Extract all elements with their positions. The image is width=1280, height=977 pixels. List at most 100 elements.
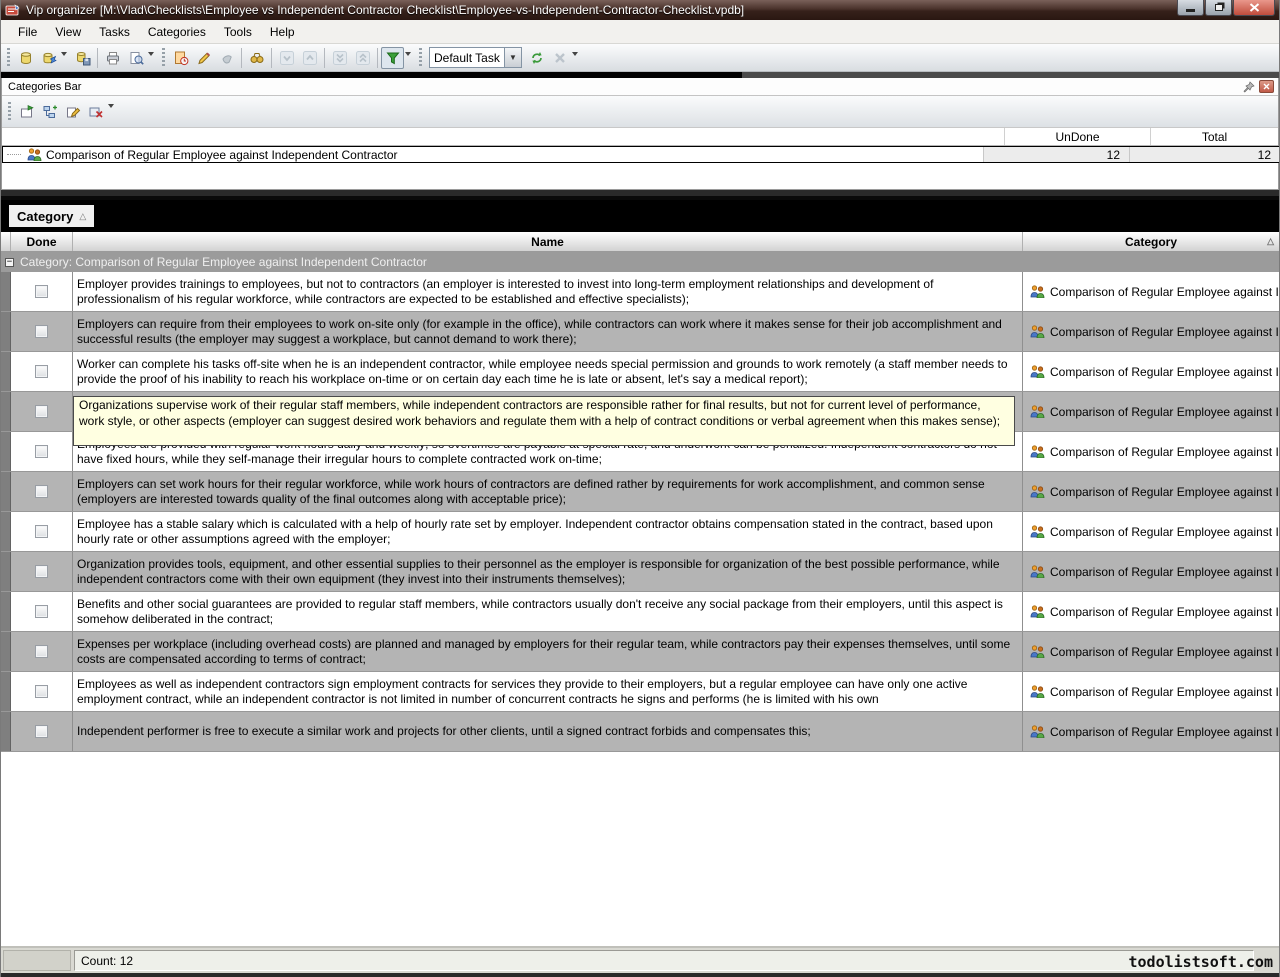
total-column-header[interactable]: Total [1150,128,1278,145]
task-name-cell[interactable]: Employers can require from their employe… [73,312,1023,351]
row-indicator[interactable] [1,632,11,671]
done-cell[interactable] [11,432,73,471]
task-name-cell[interactable]: Employers can set work hours for their r… [73,472,1023,511]
menu-categories[interactable]: Categories [139,22,215,42]
apply-filter-button[interactable] [525,47,548,69]
task-category-cell[interactable]: Comparison of Regular Employee against I… [1023,712,1279,751]
name-column-header[interactable]: Name [73,232,1023,251]
done-checkbox[interactable] [35,685,48,698]
row-indicator[interactable] [1,392,11,431]
task-row[interactable]: Benefits and other social guarantees are… [1,592,1279,632]
done-cell[interactable] [11,392,73,431]
edit-task-button[interactable] [192,47,215,69]
done-cell[interactable] [11,472,73,511]
task-category-cell[interactable]: Comparison of Regular Employee against I… [1023,552,1279,591]
done-checkbox[interactable] [35,285,48,298]
pin-panel-button[interactable] [1241,80,1256,93]
task-row[interactable]: Organization provides tools, equipment, … [1,552,1279,592]
new-category-button[interactable] [15,101,38,123]
toolbar-grip[interactable] [162,48,165,68]
clear-filter-button[interactable] [548,47,571,69]
category-column-header[interactable]: Category △ [1023,232,1279,251]
group-by-category-chip[interactable]: Category △ [9,205,94,227]
move-up-button[interactable] [298,47,321,69]
row-indicator[interactable] [1,592,11,631]
task-name-cell[interactable]: Employee has a stable salary which is ca… [73,512,1023,551]
menu-view[interactable]: View [46,22,90,42]
new-subcategory-button[interactable] [38,101,61,123]
done-cell[interactable] [11,632,73,671]
close-button[interactable] [1233,0,1275,16]
done-cell[interactable] [11,712,73,751]
task-row[interactable]: Employee has a stable salary which is ca… [1,512,1279,552]
done-cell[interactable] [11,552,73,591]
done-cell[interactable] [11,352,73,391]
task-name-cell[interactable]: Expenses per workplace (including overhe… [73,632,1023,671]
delete-category-button[interactable] [84,101,107,123]
move-down-button[interactable] [275,47,298,69]
done-checkbox[interactable] [35,645,48,658]
row-indicator[interactable] [1,432,11,471]
menu-tasks[interactable]: Tasks [90,22,139,42]
done-cell[interactable] [11,512,73,551]
print-preview-button[interactable] [124,47,147,69]
print-preview-dropdown[interactable] [148,52,154,56]
done-checkbox[interactable] [35,725,48,738]
category-name-column-header[interactable] [2,128,1004,145]
task-row[interactable]: Employers can require from their employe… [1,312,1279,352]
task-name-cell[interactable]: Organization provides tools, equipment, … [73,552,1023,591]
menu-help[interactable]: Help [261,22,304,42]
done-checkbox[interactable] [35,485,48,498]
save-database-button[interactable] [71,47,94,69]
move-bottom-button[interactable] [328,47,351,69]
categories-toolbar-dropdown[interactable] [108,104,114,108]
done-checkbox[interactable] [35,605,48,618]
open-database-button[interactable] [37,47,60,69]
done-checkbox[interactable] [35,405,48,418]
category-group-row[interactable]: − Category: Comparison of Regular Employ… [1,252,1279,272]
done-checkbox[interactable] [35,365,48,378]
task-category-cell[interactable]: Comparison of Regular Employee against I… [1023,392,1279,431]
task-name-cell[interactable]: Benefits and other social guarantees are… [73,592,1023,631]
task-type-combo[interactable]: Default Task ▼ [429,47,522,68]
task-category-cell[interactable]: Comparison of Regular Employee against I… [1023,312,1279,351]
filter-dropdown[interactable] [405,52,411,56]
task-name-cell[interactable]: Employees as well as independent contrac… [73,672,1023,711]
new-task-button[interactable] [169,47,192,69]
done-cell[interactable] [11,672,73,711]
task-category-cell[interactable]: Comparison of Regular Employee against I… [1023,632,1279,671]
task-name-cell[interactable]: Independent performer is free to execute… [73,712,1023,751]
row-indicator[interactable] [1,672,11,711]
task-category-cell[interactable]: Comparison of Regular Employee against I… [1023,432,1279,471]
done-cell[interactable] [11,592,73,631]
task-category-cell[interactable]: Comparison of Regular Employee against I… [1023,352,1279,391]
done-checkbox[interactable] [35,525,48,538]
row-indicator[interactable] [1,272,11,311]
row-indicator[interactable] [1,512,11,551]
combo-dropdown-button[interactable]: ▼ [504,48,521,67]
new-database-button[interactable] [14,47,37,69]
task-name-cell[interactable]: Worker can complete his tasks off-site w… [73,352,1023,391]
done-column-header[interactable]: Done [11,232,73,251]
done-cell[interactable] [11,312,73,351]
collapse-group-icon[interactable]: − [5,258,14,267]
task-category-cell[interactable]: Comparison of Regular Employee against I… [1023,512,1279,551]
task-row[interactable]: Employer provides trainings to employees… [1,272,1279,312]
task-row[interactable]: Worker can complete his tasks off-site w… [1,352,1279,392]
category-row[interactable]: Comparison of Regular Employee against I… [2,146,1280,163]
edit-category-button[interactable] [61,101,84,123]
task-row[interactable]: Independent performer is free to execute… [1,712,1279,752]
filter-button[interactable] [381,47,404,69]
menu-file[interactable]: File [9,22,46,42]
toolbar-grip[interactable] [7,48,10,68]
task-row[interactable]: Employers can set work hours for their r… [1,472,1279,512]
task-name-cell[interactable]: Employer provides trainings to employees… [73,272,1023,311]
open-database-dropdown[interactable] [61,52,67,56]
row-indicator[interactable] [1,472,11,511]
done-checkbox[interactable] [35,325,48,338]
task-category-cell[interactable]: Comparison of Regular Employee against I… [1023,592,1279,631]
menu-tools[interactable]: Tools [215,22,261,42]
print-button[interactable] [101,47,124,69]
undone-column-header[interactable]: UnDone [1004,128,1150,145]
done-cell[interactable] [11,272,73,311]
